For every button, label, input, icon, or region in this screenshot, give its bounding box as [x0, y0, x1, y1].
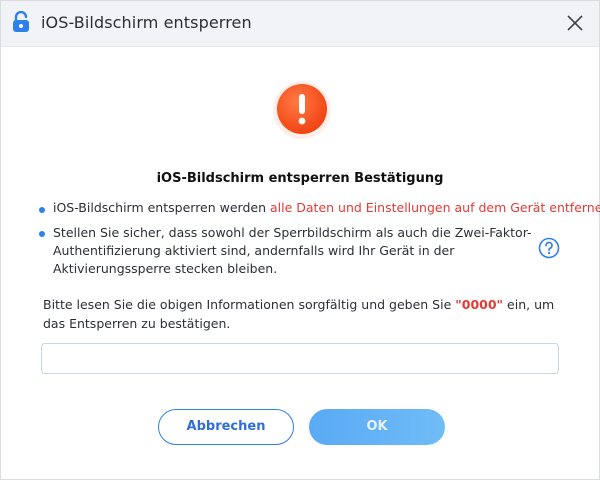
window-title: iOS-Bildschirm entsperren — [41, 13, 252, 32]
instruction-text: Bitte lesen Sie die obigen Informationen… — [43, 295, 563, 333]
instruction-before: Bitte lesen Sie die obigen Informationen… — [43, 297, 456, 312]
unlock-icon — [13, 11, 29, 32]
dialog-heading: iOS-Bildschirm entsperren Bestätigung — [156, 171, 444, 186]
close-icon[interactable] — [563, 11, 587, 35]
bullet-text-data-loss: iOS-Bildschirm entsperren werden alle Da… — [53, 200, 600, 215]
title-bar: iOS-Bildschirm entsperren — [1, 1, 599, 47]
bullet-text-two-factor: Stellen Sie sicher, dass sowohl der Sper… — [53, 225, 532, 276]
bullet-dot — [39, 231, 45, 237]
dialog-window: iOS-Bildschirm entsperren iOS-Bildschirm… — [0, 0, 600, 480]
ok-button[interactable]: OK — [309, 409, 445, 445]
bullet-dot — [39, 207, 45, 213]
question-icon[interactable] — [538, 237, 560, 259]
exclamation-icon — [273, 81, 331, 139]
bullet-text: iOS-Bildschirm entsperren werden — [53, 200, 270, 215]
confirm-code: "0000" — [455, 297, 504, 312]
bullet-highlight: alle Daten und Einstellungen auf dem Ger… — [270, 200, 600, 215]
cancel-button[interactable]: Abbrechen — [158, 409, 294, 445]
confirm-code-input[interactable] — [41, 343, 559, 374]
